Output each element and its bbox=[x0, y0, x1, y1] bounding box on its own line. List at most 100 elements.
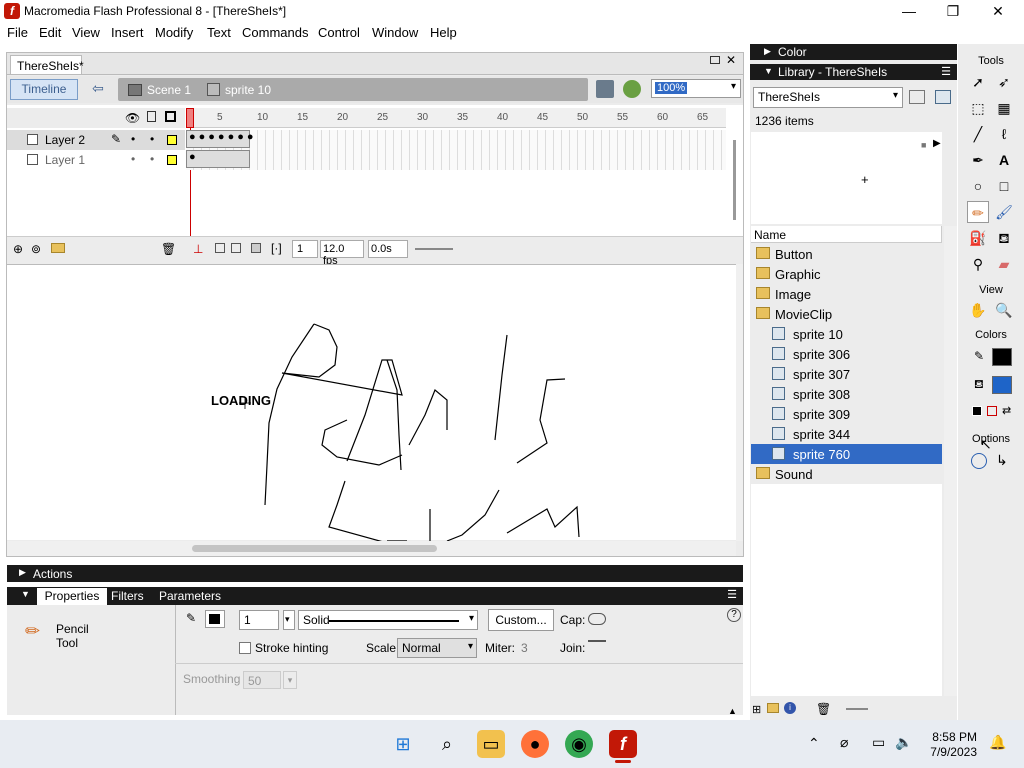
edit-multiple-icon[interactable] bbox=[251, 243, 261, 253]
library-item[interactable]: Sound bbox=[751, 464, 942, 484]
layer-row[interactable]: Layer 2 ✎ • • bbox=[7, 130, 185, 150]
lasso-tool-icon[interactable]: ℓ bbox=[993, 123, 1015, 145]
frame-grid[interactable] bbox=[186, 130, 726, 170]
brush-tool-icon[interactable]: 🖌 bbox=[993, 201, 1015, 223]
outline-color-swatch[interactable] bbox=[167, 135, 177, 145]
eye-icon[interactable]: 👁 bbox=[125, 111, 140, 125]
playhead[interactable] bbox=[186, 108, 194, 128]
stroke-height-dropdown[interactable]: ▾ bbox=[283, 610, 295, 630]
library-item[interactable]: sprite 306 bbox=[751, 344, 942, 364]
volume-icon[interactable]: 🔈 bbox=[895, 734, 912, 751]
panel-menu-icon[interactable]: ☰ bbox=[941, 65, 951, 78]
join-icon[interactable] bbox=[588, 640, 606, 652]
collapse-arrow-icon[interactable]: ▼ bbox=[21, 589, 30, 599]
eraser-tool-icon[interactable]: ▰ bbox=[993, 253, 1015, 275]
cap-icon[interactable] bbox=[588, 613, 606, 625]
eyedropper-icon[interactable]: ⚲ bbox=[967, 253, 989, 275]
pin-library-icon[interactable] bbox=[909, 90, 925, 104]
tab-filters[interactable]: Filters bbox=[111, 589, 144, 603]
onion-skin-icon[interactable] bbox=[215, 243, 225, 253]
smoothing-dropdown[interactable]: ▾ bbox=[283, 671, 297, 689]
maximize-button[interactable]: ❐ bbox=[938, 2, 968, 20]
library-item[interactable]: MovieClip bbox=[751, 304, 942, 324]
layer-row[interactable]: Layer 1 • • bbox=[7, 150, 185, 170]
keyframes-layer-2[interactable]: ●●●●●●● bbox=[186, 130, 254, 148]
timeline-toggle-button[interactable]: Timeline bbox=[10, 79, 78, 100]
outline-icon[interactable] bbox=[165, 111, 176, 122]
miter-value[interactable]: 3 bbox=[521, 641, 528, 655]
onion-outline-icon[interactable] bbox=[231, 243, 241, 253]
library-item[interactable]: sprite 10 bbox=[751, 324, 942, 344]
visible-dot-icon[interactable]: • bbox=[131, 152, 135, 166]
library-document-select[interactable]: ThereSheIs ▾ bbox=[753, 87, 903, 108]
lock-dot-icon[interactable]: • bbox=[150, 152, 154, 166]
new-library-panel-icon[interactable] bbox=[935, 90, 951, 104]
pen-tool-icon[interactable]: ✒ bbox=[967, 149, 989, 171]
close-window-button[interactable]: ✕ bbox=[983, 2, 1013, 20]
clock-time[interactable]: 8:58 PM bbox=[927, 730, 977, 744]
zoom-tool-icon[interactable]: 🔍 bbox=[993, 299, 1015, 321]
properties-icon[interactable]: i bbox=[784, 702, 796, 714]
library-item[interactable]: sprite 308 bbox=[751, 384, 942, 404]
search-icon[interactable]: ⌕ bbox=[433, 730, 461, 758]
library-column-header[interactable]: Name bbox=[751, 226, 942, 243]
stage-horizontal-scrollbar[interactable] bbox=[7, 541, 736, 556]
library-item[interactable]: Image bbox=[751, 284, 942, 304]
rectangle-tool-icon[interactable]: □ bbox=[993, 175, 1015, 197]
frame-ruler[interactable]: 5 10 15 20 25 30 35 40 45 50 55 60 65 bbox=[186, 108, 726, 128]
outline-color-swatch[interactable] bbox=[167, 155, 177, 165]
flash-taskbar-icon[interactable]: f bbox=[609, 730, 637, 758]
panel-menu-icon[interactable]: ☰ bbox=[727, 588, 737, 601]
subselection-tool-icon[interactable]: ➶ bbox=[993, 71, 1015, 93]
start-icon[interactable]: ⊞ bbox=[389, 730, 417, 758]
minimize-button[interactable]: — bbox=[894, 2, 924, 20]
menu-file[interactable]: File bbox=[7, 25, 28, 40]
library-item[interactable]: Button bbox=[751, 244, 942, 264]
help-icon[interactable]: ? bbox=[727, 608, 741, 622]
ink-bottle-icon[interactable]: ⛽ bbox=[967, 227, 989, 249]
actions-panel-header[interactable]: ▶ Actions bbox=[7, 565, 743, 582]
paint-bucket-icon[interactable]: ⛾ bbox=[993, 227, 1015, 249]
play-icon[interactable]: ▶ bbox=[933, 138, 941, 149]
visible-dot-icon[interactable]: • bbox=[131, 132, 135, 146]
center-frame-icon[interactable]: ⊥ bbox=[193, 242, 203, 256]
document-tab[interactable]: ThereSheIs* bbox=[10, 55, 84, 74]
pencil-tool-icon[interactable]: ✏ bbox=[967, 201, 989, 223]
clock-date[interactable]: 7/9/2023 bbox=[917, 745, 977, 759]
notifications-icon[interactable]: 🔔 bbox=[989, 734, 1006, 751]
insert-folder-icon[interactable] bbox=[51, 243, 65, 253]
insert-layer-icon[interactable]: ⊕ bbox=[13, 242, 23, 256]
stage[interactable]: LOADING bbox=[7, 264, 736, 541]
library-item[interactable]: sprite 344 bbox=[751, 424, 942, 444]
fill-color-swatch[interactable] bbox=[992, 376, 1012, 394]
stage-vertical-scrollbar[interactable] bbox=[736, 264, 743, 541]
menu-view[interactable]: View bbox=[72, 25, 100, 40]
library-item-selected[interactable]: sprite 760 bbox=[751, 444, 942, 464]
menu-modify[interactable]: Modify bbox=[155, 25, 193, 40]
menu-window[interactable]: Window bbox=[372, 25, 418, 40]
stroke-hinting-checkbox[interactable] bbox=[239, 642, 251, 654]
fill-transform-icon[interactable]: ▦ bbox=[993, 97, 1015, 119]
no-color-icon[interactable] bbox=[987, 406, 997, 416]
resize-triangle-icon[interactable]: ▲ bbox=[728, 706, 737, 716]
library-item[interactable]: sprite 309 bbox=[751, 404, 942, 424]
zoom-select[interactable]: 100% ▾ bbox=[651, 79, 741, 98]
stroke-style-select[interactable]: Solid ▾ bbox=[298, 610, 478, 630]
library-item[interactable]: Graphic bbox=[751, 264, 942, 284]
file-explorer-icon[interactable]: ▭ bbox=[477, 730, 505, 758]
line-tool-icon[interactable]: ╱ bbox=[967, 123, 989, 145]
stop-icon[interactable]: ■ bbox=[921, 140, 926, 150]
swap-colors-icon[interactable]: ⇄ bbox=[1002, 404, 1011, 417]
menu-text[interactable]: Text bbox=[207, 25, 231, 40]
hand-tool-icon[interactable]: ✋ bbox=[967, 299, 989, 321]
breadcrumb-symbol[interactable]: sprite 10 bbox=[225, 83, 271, 97]
stroke-height-input[interactable]: 1 bbox=[239, 610, 279, 630]
horizontal-scroll-indicator[interactable] bbox=[415, 248, 453, 250]
smoothing-input[interactable]: 50 bbox=[243, 671, 281, 689]
breadcrumb-scene[interactable]: Scene 1 bbox=[147, 83, 191, 97]
scale-select[interactable]: Normal ▾ bbox=[397, 638, 477, 658]
menu-control[interactable]: Control bbox=[318, 25, 360, 40]
loading-text[interactable]: LOADING bbox=[211, 393, 271, 408]
network-off-icon[interactable]: ⌀ bbox=[840, 734, 848, 751]
restore-doc-icon[interactable] bbox=[710, 56, 720, 64]
